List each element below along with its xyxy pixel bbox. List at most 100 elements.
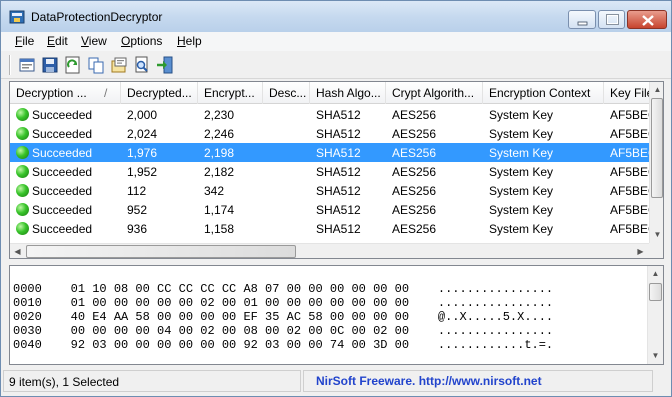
cell-decrypted: 112 bbox=[127, 184, 147, 198]
cell-encrypted: 2,246 bbox=[204, 127, 235, 141]
table-row[interactable]: Succeeded 952 1,174 SHA512 AES256 System Key A… bbox=[10, 200, 650, 219]
hex-offset: 0030 bbox=[13, 324, 42, 338]
copy-icon bbox=[88, 57, 104, 74]
column-encryption-context[interactable]: Encryption Context bbox=[483, 82, 604, 104]
properties-icon bbox=[111, 57, 127, 73]
hex-bytes: 92 03 00 00 00 00 00 00 92 03 00 00 74 0… bbox=[70, 338, 410, 352]
cell-keyfile: AF5BEC bbox=[610, 222, 650, 236]
hex-ascii: @..X.....5.X.... bbox=[437, 310, 554, 324]
menu-edit-label: dit bbox=[55, 34, 68, 48]
hex-scroll-thumb[interactable] bbox=[649, 283, 662, 301]
hex-bytes: 01 10 08 00 CC CC CC CC A8 07 00 00 00 0… bbox=[70, 282, 410, 296]
window-title: DataProtectionDecryptor bbox=[31, 10, 163, 24]
cell-decrypted: 952 bbox=[127, 203, 148, 217]
refresh-button[interactable] bbox=[63, 55, 83, 75]
hex-line: 0040 92 03 00 00 00 00 00 00 92 03 00 00… bbox=[13, 338, 553, 352]
cell-hash: SHA512 bbox=[316, 127, 361, 141]
scroll-up-icon[interactable]: ▲ bbox=[650, 82, 663, 97]
hex-dump-pane[interactable]: 0000 01 10 08 00 CC CC CC CC A8 07 00 00… bbox=[9, 265, 664, 365]
cell-crypt: AES256 bbox=[392, 203, 437, 217]
app-icon bbox=[9, 10, 25, 24]
menu-options[interactable]: Options bbox=[121, 34, 162, 48]
scroll-right-icon[interactable]: ▶ bbox=[633, 244, 648, 258]
menu-options-label: ptions bbox=[130, 34, 163, 48]
table-row[interactable]: Succeeded 936 1,158 SHA512 AES256 System Key A… bbox=[10, 219, 650, 238]
hex-vertical-scrollbar[interactable]: ▲ ▼ bbox=[647, 266, 663, 364]
menu-file[interactable]: File bbox=[15, 34, 34, 48]
maximize-button[interactable] bbox=[598, 10, 625, 29]
menu-view-accel: V bbox=[81, 34, 89, 48]
cell-hash: SHA512 bbox=[316, 184, 361, 198]
copy-button[interactable] bbox=[86, 55, 106, 75]
sort-arrow-icon: / bbox=[104, 86, 108, 100]
list-vertical-scrollbar[interactable]: ▲ ▼ bbox=[649, 82, 663, 243]
cell-context: System Key bbox=[489, 203, 554, 217]
column-encrypted[interactable]: Encrypt... bbox=[198, 82, 263, 104]
table-row[interactable]: Succeeded 2,000 2,230 SHA512 AES256 System Ke… bbox=[10, 105, 650, 124]
options-icon bbox=[19, 58, 35, 72]
hex-ascii: ................ bbox=[437, 282, 554, 296]
hex-bytes: 01 00 00 00 00 00 02 00 01 00 00 00 00 0… bbox=[70, 296, 410, 310]
hex-scroll-up-icon[interactable]: ▲ bbox=[648, 266, 663, 281]
scroll-thumb-horizontal[interactable] bbox=[26, 245, 296, 258]
title-bar[interactable]: DataProtectionDecryptor bbox=[1, 1, 671, 32]
cell-keyfile: AF5BEC bbox=[610, 184, 650, 198]
maximize-icon bbox=[606, 14, 619, 25]
close-icon bbox=[642, 15, 654, 26]
cell-keyfile: AF5BEC bbox=[610, 146, 650, 160]
table-row[interactable]: Succeeded 112 342 SHA512 AES256 System Key AF5… bbox=[10, 181, 650, 200]
hex-scroll-down-icon[interactable]: ▼ bbox=[648, 348, 663, 363]
exit-button[interactable] bbox=[155, 55, 175, 75]
scroll-down-icon[interactable]: ▼ bbox=[650, 227, 663, 242]
cell-crypt: AES256 bbox=[392, 165, 437, 179]
toolbar-grip[interactable] bbox=[9, 55, 11, 75]
find-button[interactable] bbox=[132, 55, 152, 75]
properties-button[interactable] bbox=[109, 55, 129, 75]
menu-help-accel: H bbox=[177, 34, 186, 48]
hex-line: 0010 01 00 00 00 00 00 02 00 01 00 00 00… bbox=[13, 296, 553, 310]
options-button[interactable] bbox=[17, 55, 37, 75]
minimize-button[interactable] bbox=[568, 10, 596, 29]
column-hash-algorithm[interactable]: Hash Algo... bbox=[310, 82, 386, 104]
hex-offset: 0000 bbox=[13, 282, 42, 296]
hex-offset: 0010 bbox=[13, 296, 42, 310]
cell-encrypted: 2,182 bbox=[204, 165, 235, 179]
status-ok-icon bbox=[16, 165, 29, 178]
column-decryption-status[interactable]: Decryption ... / bbox=[10, 82, 121, 104]
menu-file-label: ile bbox=[22, 34, 35, 48]
table-row[interactable]: Succeeded 1,976 2,198 SHA512 AES256 System Ke… bbox=[10, 143, 650, 162]
app-window: DataProtectionDecryptor File Edit View O… bbox=[0, 0, 672, 397]
scroll-corner bbox=[649, 243, 663, 258]
menu-help[interactable]: Help bbox=[177, 34, 202, 48]
cell-keyfile: AF5BEC bbox=[610, 127, 650, 141]
save-button[interactable] bbox=[40, 55, 60, 75]
column-description[interactable]: Desc... bbox=[263, 82, 310, 104]
hex-line: 0000 01 10 08 00 CC CC CC CC A8 07 00 00… bbox=[13, 282, 553, 296]
cell-status: Succeeded bbox=[32, 127, 93, 141]
column-key-file[interactable]: Key File bbox=[604, 82, 650, 104]
hex-lines: 0000 01 10 08 00 CC CC CC CC A8 07 00 00… bbox=[13, 282, 553, 352]
menu-edit[interactable]: Edit bbox=[47, 34, 68, 48]
menu-help-label: elp bbox=[185, 34, 202, 48]
table-row[interactable]: Succeeded 2,024 2,246 SHA512 AES256 System Ke… bbox=[10, 124, 650, 143]
cell-decrypted: 1,976 bbox=[127, 146, 158, 160]
hex-line: 0020 40 E4 AA 58 00 00 00 00 EF 35 AC 58… bbox=[13, 310, 553, 324]
close-button[interactable] bbox=[627, 10, 667, 29]
column-crypt-algorithm[interactable]: Crypt Algorith... bbox=[386, 82, 483, 104]
records-list[interactable]: Decryption ... / Decrypted... Encrypt...… bbox=[9, 81, 664, 259]
cell-hash: SHA512 bbox=[316, 146, 361, 160]
cell-hash: SHA512 bbox=[316, 108, 361, 122]
cell-decrypted: 936 bbox=[127, 222, 148, 236]
hex-offset: 0020 bbox=[13, 310, 42, 324]
status-credit-link[interactable]: NirSoft Freeware. http://www.nirsoft.net bbox=[303, 370, 653, 392]
table-row[interactable]: Succeeded 1,952 2,182 SHA512 AES256 System Ke… bbox=[10, 162, 650, 181]
column-decrypted[interactable]: Decrypted... bbox=[121, 82, 198, 104]
list-horizontal-scrollbar[interactable]: ◀ ▶ bbox=[10, 243, 649, 258]
scroll-left-icon[interactable]: ◀ bbox=[10, 244, 25, 258]
menu-view[interactable]: View bbox=[81, 34, 107, 48]
menu-edit-accel: E bbox=[47, 34, 56, 48]
cell-keyfile: AF5BEC bbox=[610, 203, 650, 217]
cell-context: System Key bbox=[489, 127, 554, 141]
cell-context: System Key bbox=[489, 184, 554, 198]
scroll-thumb[interactable] bbox=[651, 98, 663, 198]
